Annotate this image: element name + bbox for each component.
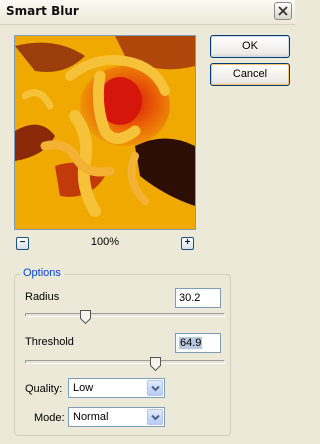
preview-image[interactable] (14, 35, 196, 230)
radius-slider[interactable] (25, 313, 225, 317)
mode-value: Normal (73, 411, 109, 423)
radius-label: Radius (25, 291, 60, 303)
quality-select[interactable]: Low (68, 378, 165, 398)
radius-input[interactable]: 30.2 (175, 288, 221, 308)
zoom-level: 100% (90, 236, 120, 248)
smart-blur-dialog: Smart Blur OK Cancel − 100% + Options Ra… (0, 0, 295, 444)
chevron-down-icon (151, 385, 160, 392)
ok-button[interactable]: OK (210, 35, 290, 58)
chevron-down-icon (151, 414, 160, 421)
quality-value: Low (73, 382, 94, 394)
mode-select[interactable]: Normal (68, 407, 165, 427)
mode-dropdown-button[interactable] (147, 409, 163, 425)
radius-value: 30.2 (179, 292, 201, 304)
threshold-slider[interactable] (25, 360, 225, 364)
plus-icon: + (184, 237, 191, 248)
title-bar[interactable]: Smart Blur (0, 0, 295, 25)
zoom-out-button[interactable]: − (16, 237, 29, 250)
close-icon (278, 6, 288, 16)
radius-slider-thumb-icon[interactable] (79, 310, 91, 324)
close-button[interactable] (274, 2, 292, 20)
cancel-button[interactable]: Cancel (210, 63, 290, 86)
minus-icon: − (19, 237, 26, 248)
threshold-slider-thumb-icon[interactable] (149, 357, 161, 371)
options-legend: Options (20, 267, 64, 279)
window-title: Smart Blur (6, 4, 79, 18)
quality-label: Quality: (25, 383, 63, 395)
threshold-input[interactable]: 64.9 (175, 333, 221, 353)
zoom-in-button[interactable]: + (181, 237, 194, 250)
mode-label: Mode: (34, 412, 65, 424)
threshold-label: Threshold (25, 336, 74, 348)
quality-dropdown-button[interactable] (147, 380, 163, 396)
threshold-value: 64.9 (179, 337, 203, 349)
